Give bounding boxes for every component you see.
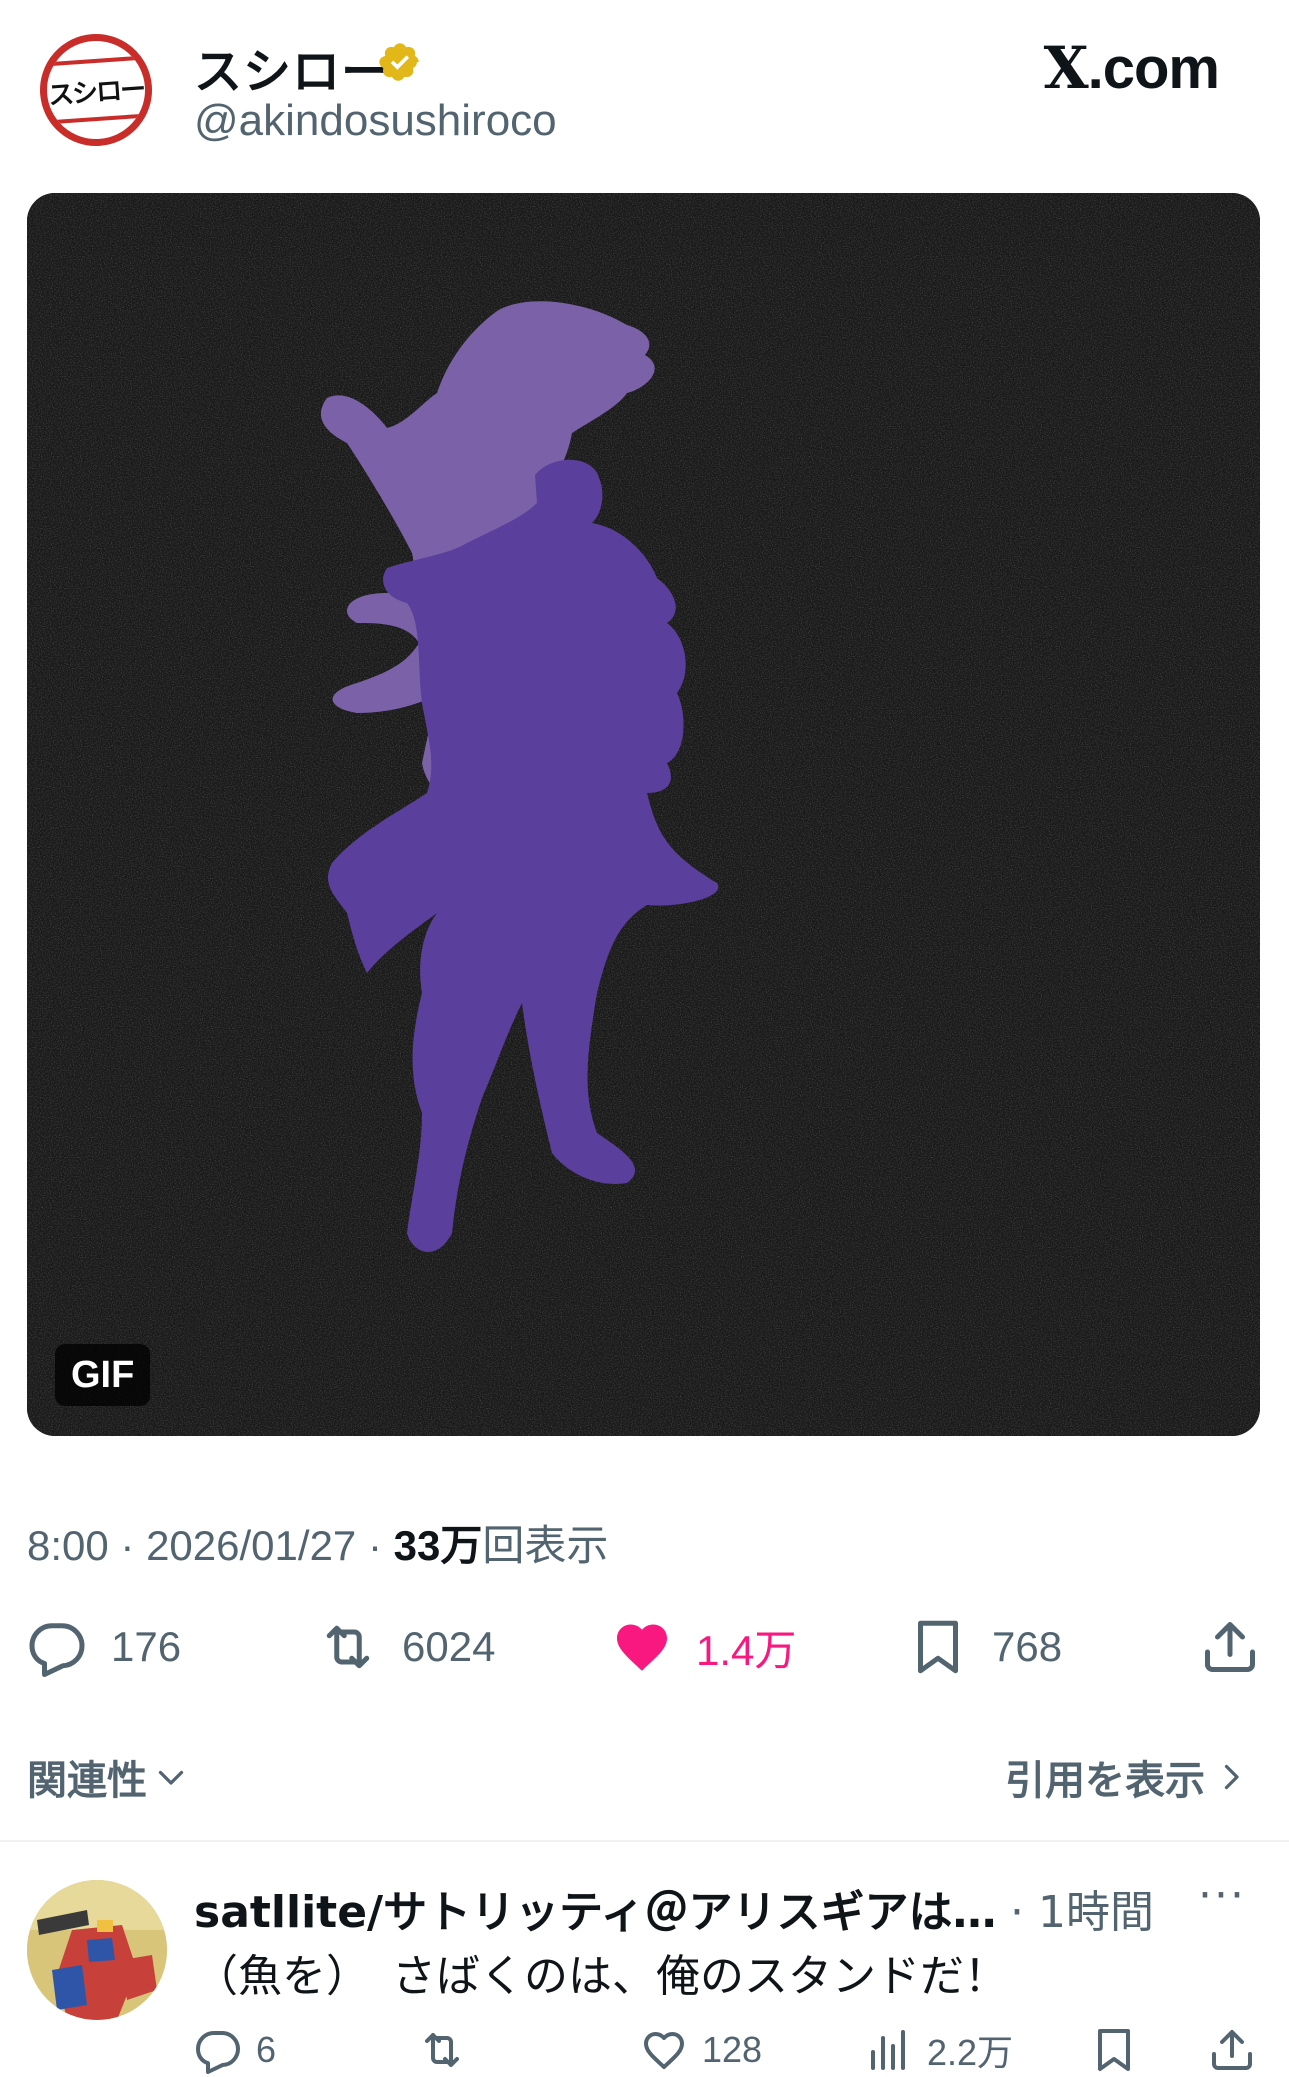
reply-repost-button[interactable] <box>418 2022 480 2077</box>
sort-dropdown[interactable]: 関連性 <box>27 1748 189 1806</box>
reply-like-count: 128 <box>702 2028 763 2070</box>
views-count: 33万 <box>393 1522 483 1569</box>
reply-timestamp[interactable]: · 1時間 <box>1010 1876 1154 1940</box>
reply-share-button[interactable] <box>1208 2022 1256 2077</box>
bookmark-icon <box>918 1620 958 1674</box>
chevron-right-icon <box>1224 1764 1239 1790</box>
reply-button[interactable]: 176 <box>27 1612 181 1682</box>
section-divider <box>0 1840 1289 1842</box>
x-com-logo: X.com <box>1043 34 1220 102</box>
reply-count: 176 <box>111 1623 182 1670</box>
mecha-avatar-image <box>27 1880 167 2020</box>
verified-badge-icon <box>379 43 419 81</box>
sort-label: 関連性 <box>27 1758 147 1804</box>
analytics-icon <box>871 2029 905 2070</box>
post-action-bar: 176 6024 1.4万 768 <box>0 1612 1289 1682</box>
repost-button[interactable]: 6024 <box>318 1612 495 1682</box>
reply-reply-button[interactable]: 6 <box>194 2022 276 2077</box>
repost-count: 6024 <box>402 1623 496 1670</box>
silhouette-artwork <box>27 193 1260 1436</box>
reply-icon <box>29 1623 85 1677</box>
meta-separator: · <box>356 1522 394 1569</box>
bookmark-button[interactable]: 768 <box>908 1612 1062 1682</box>
reply-like-button[interactable]: 128 <box>640 2022 762 2077</box>
like-count: 1.4万 <box>696 1626 797 1674</box>
reply-sort-row: 関連性 引用を表示 <box>0 1740 1289 1810</box>
post-meta: 8:00 · 2026/01/27 · 33万回表示 <box>27 1512 608 1573</box>
post-media-gif[interactable]: GIF <box>27 193 1260 1436</box>
x-logo-domain: .com <box>1087 36 1220 101</box>
reply-view-count: 2.2万 <box>927 2031 1014 2073</box>
reply-bookmark-button[interactable] <box>1090 2022 1138 2077</box>
share-icon <box>1205 1622 1255 1672</box>
reply-author-name[interactable]: satllite/サトリッティ＠アリスギアは… <box>194 1876 996 1940</box>
share-button[interactable] <box>1200 1612 1260 1682</box>
heart-outline-icon <box>644 2031 684 2069</box>
meta-separator: · <box>108 1522 147 1569</box>
reply-reply-count: 6 <box>256 2028 277 2070</box>
post-date[interactable]: 2026/01/27 <box>146 1522 356 1569</box>
like-button[interactable]: 1.4万 <box>612 1612 796 1682</box>
reply-author-avatar[interactable] <box>27 1880 167 2020</box>
reply-icon <box>196 2030 240 2074</box>
heart-filled-icon <box>617 1624 667 1671</box>
view-quotes-label: 引用を表示 <box>1005 1758 1205 1804</box>
reply-action-bar: 6 128 2.2万 <box>0 2022 1289 2077</box>
bookmark-count: 768 <box>992 1623 1063 1670</box>
more-options-icon[interactable]: ··· <box>1198 1870 1246 1921</box>
reply-views-button[interactable]: 2.2万 <box>865 2022 1013 2077</box>
avatar-logo-text: スシロー <box>47 74 146 111</box>
author-handle[interactable]: @akindosushiroco <box>194 96 557 146</box>
reply-header: satllite/サトリッティ＠アリスギアは… · 1時間 ··· <box>194 1870 1274 1938</box>
post-header: スシロー スシロー @akindosushiroco X.com <box>0 0 1289 190</box>
gif-badge: GIF <box>55 1344 151 1406</box>
share-icon <box>1212 2029 1252 2070</box>
x-logo-mark: X <box>1043 34 1089 102</box>
author-display-name[interactable]: スシロー <box>194 32 390 102</box>
repost-icon <box>425 2032 459 2067</box>
bookmark-icon <box>1098 2028 1130 2071</box>
author-avatar[interactable]: スシロー <box>36 30 156 150</box>
views-label: 回表示 <box>482 1522 609 1569</box>
post-time[interactable]: 8:00 <box>27 1522 109 1569</box>
reply-body-text: （魚を） さばくのは、俺のスタンドだ！ <box>194 1951 1008 2002</box>
repost-icon <box>326 1625 370 1669</box>
chevron-down-icon <box>158 1770 184 1785</box>
view-quotes-link[interactable]: 引用を表示 <box>1005 1748 1249 1806</box>
